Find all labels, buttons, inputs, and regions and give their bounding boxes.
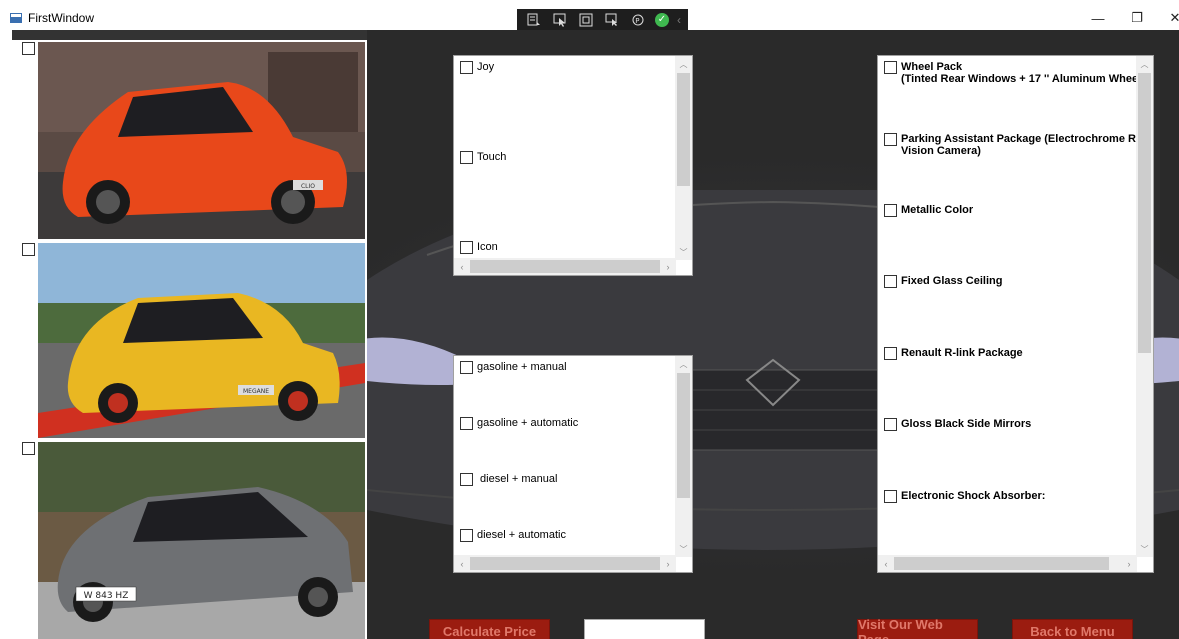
svg-text:P: P <box>635 17 639 25</box>
scroll-up-icon[interactable]: ︿ <box>675 356 692 372</box>
display-layout-adorners-icon[interactable] <box>577 12 595 28</box>
scroll-right-icon[interactable]: › <box>660 258 676 275</box>
car-image-talisman: W 843 HZ <box>38 442 365 639</box>
scroll-right-icon[interactable]: › <box>660 555 676 572</box>
extras-list[interactable]: Wheel Pack (Tinted Rear Windows + 17 '' A… <box>877 55 1154 573</box>
select-element-icon[interactable] <box>551 12 569 28</box>
extra-option-rlink-package[interactable]: Renault R-link Package <box>884 347 1023 360</box>
extra-option-metallic-color[interactable]: Metallic Color <box>884 204 973 217</box>
checkbox[interactable] <box>884 418 897 431</box>
window-title: FirstWindow <box>28 11 95 25</box>
track-focus-icon[interactable] <box>603 12 621 28</box>
car-image-megane: MEGANE <box>38 243 365 438</box>
checkbox[interactable] <box>460 417 473 430</box>
left-margin <box>0 30 12 639</box>
client-area: CLIO MEGANE W 843 HZ Joy Touch Icon ︿ ﹀ … <box>0 30 1179 639</box>
vertical-scrollbar[interactable]: ︿ ﹀ <box>1136 56 1153 557</box>
visit-web-page-button[interactable]: Visit Our Web Page <box>857 617 978 639</box>
engine-option-diesel-automatic[interactable]: diesel + automatic <box>460 529 566 542</box>
checkbox[interactable] <box>460 151 473 164</box>
package-option-joy[interactable]: Joy <box>460 61 494 74</box>
checkbox[interactable] <box>884 275 897 288</box>
extra-option-wheel-pack[interactable]: Wheel Pack (Tinted Rear Windows + 17 '' A… <box>884 61 1145 85</box>
car-selection-column: CLIO MEGANE W 843 HZ <box>12 40 367 639</box>
engine-list[interactable]: gasoline + manual gasoline + automatic d… <box>453 355 693 573</box>
car-checkbox-megane[interactable] <box>22 243 35 256</box>
maximize-button[interactable]: ❐ <box>1117 7 1157 29</box>
plate-talisman: W 843 HZ <box>84 591 129 601</box>
extra-option-parking-assistant[interactable]: Parking Assistant Package (Electrochrome… <box>884 133 1153 157</box>
scroll-left-icon[interactable]: ‹ <box>878 555 894 572</box>
xaml-debug-toolbar: P ✓ ‹ <box>517 9 688 30</box>
app-window-icon <box>10 13 22 23</box>
checkbox[interactable] <box>884 204 897 217</box>
checkbox[interactable] <box>884 347 897 360</box>
car-image-clio: CLIO <box>38 42 365 239</box>
package-list[interactable]: Joy Touch Icon ︿ ﹀ ‹ › <box>453 55 693 276</box>
extra-option-fixed-glass-ceiling[interactable]: Fixed Glass Ceiling <box>884 275 1002 288</box>
close-button[interactable]: ✕ <box>1155 7 1179 29</box>
scroll-up-icon[interactable]: ︿ <box>1136 56 1153 72</box>
scroll-up-icon[interactable]: ︿ <box>675 56 692 72</box>
scroll-right-icon[interactable]: › <box>1121 555 1137 572</box>
car-checkbox-clio[interactable] <box>22 42 35 55</box>
scroll-down-icon[interactable]: ﹀ <box>675 541 692 557</box>
hot-reload-icon[interactable]: P <box>629 12 647 28</box>
scroll-thumb[interactable] <box>894 557 1109 570</box>
engine-option-gasoline-automatic[interactable]: gasoline + automatic <box>460 417 578 430</box>
scroll-thumb[interactable] <box>1138 73 1151 353</box>
package-option-icon[interactable]: Icon <box>460 241 498 254</box>
car-checkbox-talisman[interactable] <box>22 442 35 455</box>
checkbox[interactable] <box>884 490 897 503</box>
engine-option-gasoline-manual[interactable]: gasoline + manual <box>460 361 567 374</box>
plate-clio: CLIO <box>301 183 315 190</box>
extra-option-gloss-black-mirrors[interactable]: Gloss Black Side Mirrors <box>884 418 1031 431</box>
checkbox[interactable] <box>884 61 897 74</box>
scroll-thumb[interactable] <box>470 260 660 273</box>
minimize-button[interactable]: — <box>1078 7 1118 29</box>
vertical-scrollbar[interactable]: ︿ ﹀ <box>675 56 692 260</box>
binding-ok-icon[interactable]: ✓ <box>655 12 669 27</box>
checkbox[interactable] <box>884 133 897 146</box>
scroll-thumb[interactable] <box>470 557 660 570</box>
checkbox[interactable] <box>460 473 473 486</box>
scroll-down-icon[interactable]: ﹀ <box>675 244 692 260</box>
checkbox[interactable] <box>460 241 473 254</box>
collapse-chevron-icon[interactable]: ‹ <box>677 13 681 27</box>
horizontal-scrollbar[interactable]: ‹ › <box>878 555 1137 572</box>
vertical-scrollbar[interactable]: ︿ ﹀ <box>675 356 692 557</box>
horizontal-scrollbar[interactable]: ‹ › <box>454 258 676 275</box>
package-option-touch[interactable]: Touch <box>460 151 506 164</box>
calculate-price-button[interactable]: Calculate Price <box>429 619 550 639</box>
horizontal-scrollbar[interactable]: ‹ › <box>454 555 676 572</box>
title-bar: FirstWindow P ✓ ‹ — ❐ ✕ <box>0 0 1179 30</box>
scroll-thumb[interactable] <box>677 73 690 186</box>
scroll-left-icon[interactable]: ‹ <box>454 258 470 275</box>
live-visual-tree-icon[interactable] <box>525 12 543 28</box>
extra-option-shock-absorber[interactable]: Electronic Shock Absorber: <box>884 490 1045 503</box>
checkbox[interactable] <box>460 529 473 542</box>
checkbox[interactable] <box>460 61 473 74</box>
price-output-field[interactable] <box>584 619 705 639</box>
back-to-menu-button[interactable]: Back to Menu <box>1012 619 1133 639</box>
checkbox[interactable] <box>460 361 473 374</box>
scroll-down-icon[interactable]: ﹀ <box>1136 541 1153 557</box>
scroll-thumb[interactable] <box>677 373 690 498</box>
engine-option-diesel-manual[interactable]: diesel + manual <box>460 473 557 486</box>
scroll-left-icon[interactable]: ‹ <box>454 555 470 572</box>
plate-megane: MEGANE <box>243 388 269 395</box>
